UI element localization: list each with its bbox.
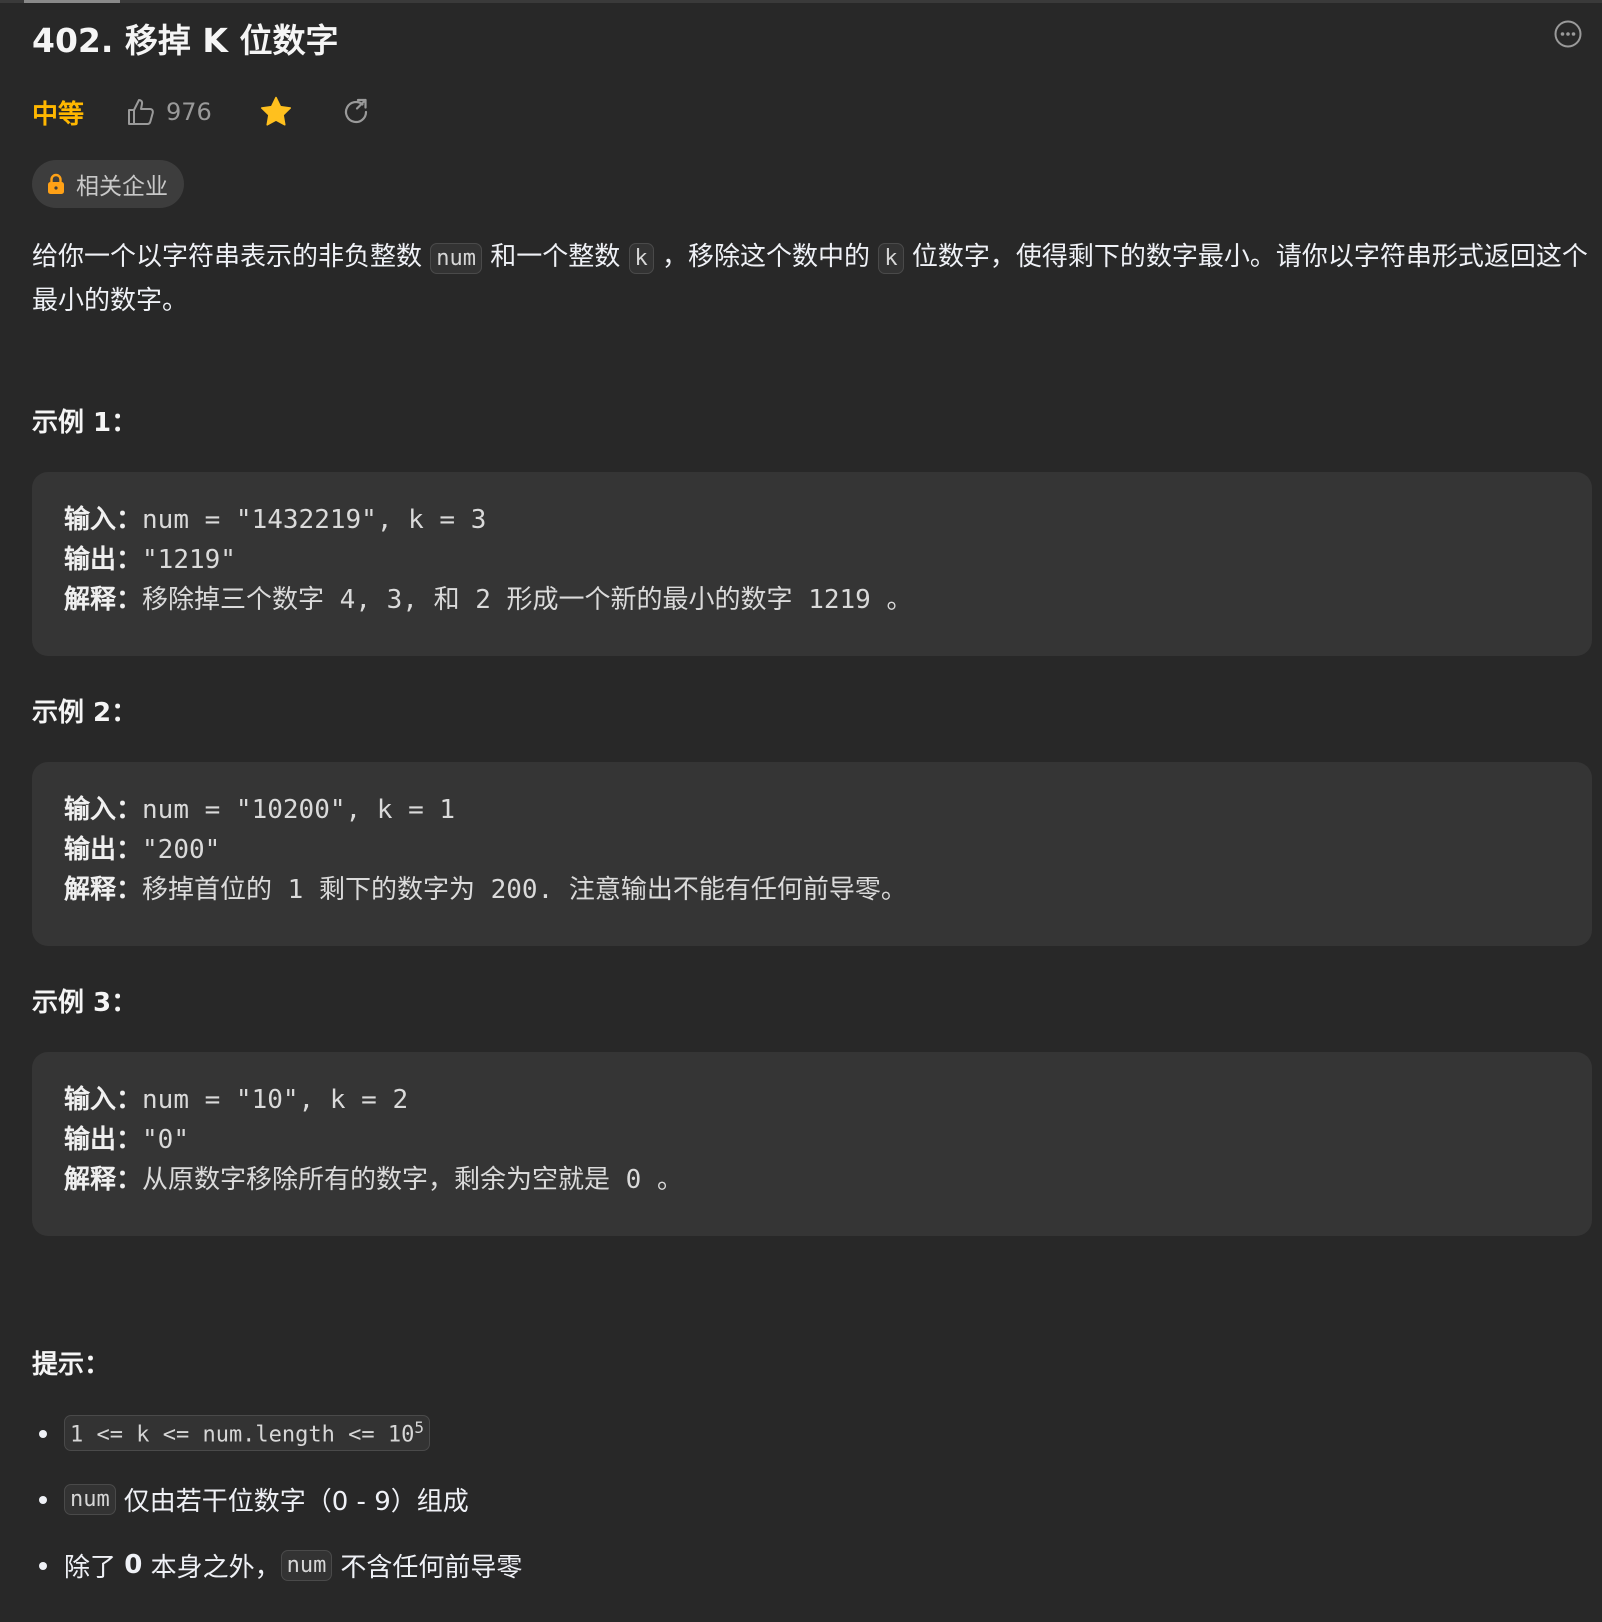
problem-description-panel: 402. 移掉 K 位数字 中等 976 相关企业 给你一个以字符串表示的非负整… — [32, 0, 1592, 1583]
share-icon — [344, 98, 367, 124]
example-input: num = "1432219", k = 3 — [142, 505, 487, 535]
constraint-item: 1 <= k <= num.length <= 105 — [32, 1400, 1592, 1466]
explain-label: 解释： — [64, 875, 143, 905]
desc-text-2: 和一个整数 — [482, 242, 629, 272]
problem-title[interactable]: 402. 移掉 K 位数字 — [32, 14, 338, 62]
example-output-line: 输出："1219" — [64, 540, 1560, 580]
example-2-block: 输入：num = "10200", k = 1 输出："200" 解释：移掉首位… — [32, 762, 1592, 946]
lock-icon — [46, 173, 66, 195]
example-explain-line: 解释：移掉首位的 1 剩下的数字为 200. 注意输出不能有任何前导零。 — [64, 870, 1560, 910]
like-count: 976 — [166, 98, 212, 126]
example-output-line: 输出："200" — [64, 830, 1560, 870]
constraints-list: 1 <= k <= num.length <= 105 num 仅由若干位数字（… — [32, 1400, 1592, 1598]
favorite-button[interactable] — [258, 94, 294, 130]
constraints-title: 提示： — [32, 1350, 111, 1380]
constraint-text-post: 不含任何前导零 — [340, 1552, 523, 1583]
constraint-text-mid: 本身之外， — [142, 1552, 281, 1583]
company-tag-label: 相关企业 — [76, 174, 168, 200]
example-3-block: 输入：num = "10", k = 2 输出："0" 解释：从原数字移除所有的… — [32, 1052, 1592, 1236]
constraint-digits-text: 仅由若干位数字（0 - 9）组成 — [123, 1486, 469, 1517]
desc-text-3: ，移除这个数中的 — [653, 242, 879, 272]
title-row: 402. 移掉 K 位数字 — [32, 0, 1592, 72]
explain-label: 解释： — [64, 585, 143, 615]
example-input: num = "10", k = 2 — [142, 1085, 409, 1115]
example-2-title: 示例 2： — [32, 698, 138, 728]
example-output-line: 输出："0" — [64, 1120, 1560, 1160]
example-explain-line: 解释：移除掉三个数字 4, 3, 和 2 形成一个新的最小的数字 1219 。 — [64, 580, 1560, 620]
problem-meta-row: 中等 976 — [32, 92, 418, 132]
star-icon — [260, 96, 291, 126]
constraint-length-text: 1 <= k <= num.length <= 10 — [70, 1422, 415, 1448]
like-button[interactable]: 976 — [126, 97, 212, 127]
output-label: 输出： — [64, 545, 143, 575]
exponent: 5 — [414, 1418, 425, 1438]
example-output: "200" — [142, 835, 221, 865]
example-explain-line: 解释：从原数字移除所有的数字，剩余为空就是 0 。 — [64, 1160, 1560, 1200]
thumbs-up-icon — [128, 99, 154, 125]
output-label: 输出： — [64, 1125, 143, 1155]
explain-label: 解释： — [64, 1165, 143, 1195]
output-label: 输出： — [64, 835, 143, 865]
example-explanation: 移掉首位的 1 剩下的数字为 200. 注意输出不能有任何前导零。 — [142, 875, 907, 905]
inline-code-num: num — [64, 1483, 116, 1515]
company-tag-chip[interactable]: 相关企业 — [32, 160, 184, 208]
constraint-text-pre: 除了 — [64, 1552, 125, 1583]
example-explanation: 从原数字移除所有的数字，剩余为空就是 0 。 — [142, 1165, 683, 1195]
input-label: 输入： — [64, 1085, 143, 1115]
constraint-zero: 0 — [124, 1550, 143, 1580]
example-input-line: 输入：num = "1432219", k = 3 — [64, 500, 1560, 540]
desc-text-1: 给你一个以字符串表示的非负整数 — [32, 242, 431, 272]
example-3-title: 示例 3： — [32, 988, 138, 1018]
example-input-line: 输入：num = "10", k = 2 — [64, 1080, 1560, 1120]
example-1-title: 示例 1： — [32, 408, 138, 438]
example-input: num = "10200", k = 1 — [142, 795, 456, 825]
more-icon — [1554, 20, 1582, 48]
example-1-block: 输入：num = "1432219", k = 3 输出："1219" 解释：移… — [32, 472, 1592, 656]
more-options-button[interactable] — [1554, 20, 1582, 48]
example-output: "0" — [142, 1125, 189, 1155]
problem-statement: 给你一个以字符串表示的非负整数 num 和一个整数 k ，移除这个数中的 k 位… — [32, 236, 1592, 322]
constraint-length-code: 1 <= k <= num.length <= 105 — [64, 1415, 431, 1451]
input-label: 输入： — [64, 795, 143, 825]
constraint-item: 除了 0 本身之外， num 不含任何前导零 — [32, 1532, 1592, 1598]
example-input-line: 输入：num = "10200", k = 1 — [64, 790, 1560, 830]
inline-code-num: num — [430, 243, 483, 274]
example-explanation: 移除掉三个数字 4, 3, 和 2 形成一个新的最小的数字 1219 。 — [142, 585, 913, 615]
input-label: 输入： — [64, 505, 143, 535]
inline-code-k: k — [878, 243, 904, 274]
example-output: "1219" — [142, 545, 236, 575]
inline-code-k: k — [628, 243, 654, 274]
constraint-item: num 仅由若干位数字（0 - 9）组成 — [32, 1466, 1592, 1532]
inline-code-num: num — [280, 1549, 333, 1581]
difficulty-badge: 中等 — [32, 99, 85, 130]
share-button[interactable] — [338, 94, 374, 130]
